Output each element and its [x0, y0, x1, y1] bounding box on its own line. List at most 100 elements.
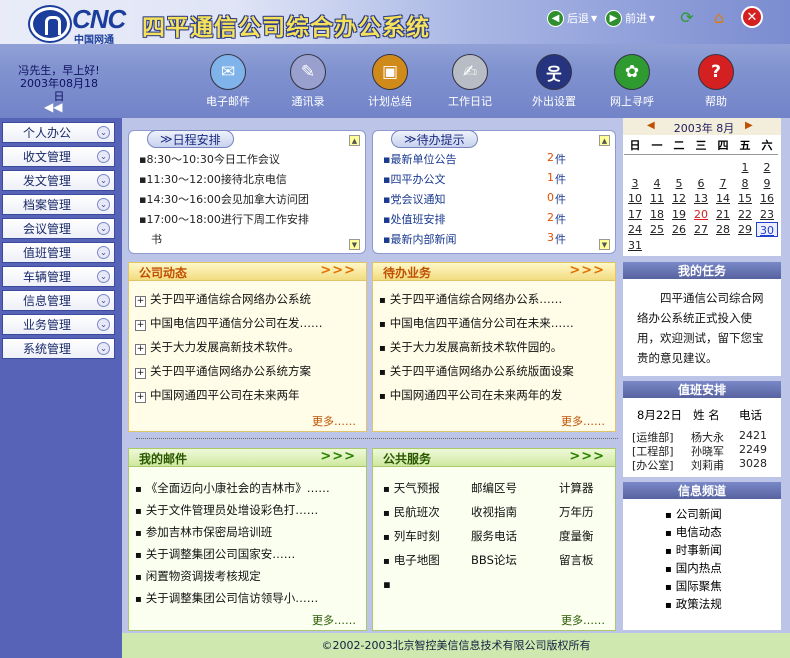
list-item[interactable]: + 关于四平通信综合网络办公系统	[135, 291, 311, 307]
list-item[interactable]: + 关于四平通信网络办公系统方案	[135, 363, 311, 379]
calendar-day[interactable]: 30	[756, 222, 778, 237]
sidebar-item-0[interactable]: 个人办公 ⌄	[2, 122, 115, 143]
list-item[interactable]: ▪ 中国网通四平公司在未来两年的发	[379, 387, 562, 403]
calendar-day[interactable]: 27	[690, 222, 712, 237]
list-item[interactable]: ▪ 关于调整集团公司国家安……	[135, 546, 295, 562]
calendar-day[interactable]: 31	[624, 238, 646, 253]
list-item[interactable]: ▪ 关于四平通信综合网络办公系……	[379, 291, 562, 307]
more-link[interactable]: 更多……	[312, 413, 356, 429]
pending-item[interactable]: ▪最新内部新闻 3 件	[383, 231, 566, 247]
info-item[interactable]: ▪ 公司新闻	[665, 506, 722, 522]
list-item[interactable]: ▪ 参加吉林市保密局培训班	[135, 524, 272, 540]
calendar-day[interactable]: 4	[646, 176, 668, 191]
sidebar-item-8[interactable]: 业务管理 ⌄	[2, 314, 115, 335]
calendar-day[interactable]: 12	[668, 191, 690, 206]
schedule-item[interactable]: ▪17:00～18:00进行下周工作安排	[139, 211, 309, 227]
sidebar-item-5[interactable]: 值班管理 ⌄	[2, 242, 115, 263]
sidebar-item-2[interactable]: 发文管理 ⌄	[2, 170, 115, 191]
list-item[interactable]: ▪ 闲置物资调拨考核规定	[135, 568, 261, 584]
toolbar-address-book-button[interactable]: ✎ 通讯录	[268, 54, 348, 109]
service-link[interactable]: ▪ 电子地图	[383, 552, 440, 568]
info-item[interactable]: ▪ 电信动态	[665, 524, 722, 540]
back-button[interactable]: ◀ 后退 ▼	[547, 9, 597, 27]
schedule-item[interactable]: 书	[151, 231, 162, 247]
calendar-day[interactable]: 24	[624, 222, 646, 237]
service-link[interactable]: 邮编区号	[471, 480, 517, 496]
info-item[interactable]: ▪ 国际聚焦	[665, 578, 722, 594]
toolbar-diary-button[interactable]: ✍ 工作日记	[430, 54, 510, 109]
list-item[interactable]: ▪ 中国电信四平通信分公司在未来……	[379, 315, 574, 331]
scroll-up-icon[interactable]: ▲	[599, 135, 610, 146]
prev-month-icon[interactable]: ◀	[647, 120, 655, 131]
toolbar-mail-button[interactable]: ✉ 电子邮件	[188, 54, 268, 109]
info-item[interactable]: ▪ 国内热点	[665, 560, 722, 576]
schedule-item[interactable]: ▪11:30～12:00接待北京电信	[139, 171, 287, 187]
service-link[interactable]: ▪ 民航班次	[383, 504, 440, 520]
service-link[interactable]: 度量衡	[559, 528, 594, 544]
schedule-item[interactable]: ▪8:30～10:30今日工作会议	[139, 151, 280, 167]
schedule-item[interactable]: ▪14:30～16:00会见加拿大访问团	[139, 191, 309, 207]
calendar-day[interactable]: 5	[668, 176, 690, 191]
calendar-day[interactable]: 6	[690, 176, 712, 191]
toolbar-help-button[interactable]: ? 帮助	[676, 54, 756, 109]
calendar-day[interactable]: 22	[734, 207, 756, 222]
calendar-day[interactable]: 13	[690, 191, 712, 206]
calendar-day[interactable]: 15	[734, 191, 756, 206]
sidebar-item-4[interactable]: 会议管理 ⌄	[2, 218, 115, 239]
home-icon[interactable]: ⌂	[708, 6, 730, 28]
forward-button[interactable]: ▶ 前进 ▼	[605, 9, 655, 27]
info-item[interactable]: ▪ 时事新闻	[665, 542, 722, 558]
sidebar-item-1[interactable]: 收文管理 ⌄	[2, 146, 115, 167]
list-item[interactable]: ▪ 《全面迈向小康社会的吉林市》……	[135, 480, 330, 496]
calendar-day[interactable]: 16	[756, 191, 778, 206]
calendar-day[interactable]: 2	[756, 160, 778, 175]
calendar-day[interactable]: 14	[712, 191, 734, 206]
list-item[interactable]: + 关于大力发展高新技术软件。	[135, 339, 300, 355]
pending-item[interactable]: ▪最新单位公告 2 件	[383, 151, 566, 167]
calendar-day[interactable]: 26	[668, 222, 690, 237]
info-item[interactable]: ▪ 政策法规	[665, 596, 722, 612]
calendar-day[interactable]: 1	[734, 160, 756, 175]
collapse-sidebar-button[interactable]: ◀◀	[44, 100, 62, 114]
service-link[interactable]: 万年历	[559, 504, 594, 520]
toolbar-briefcase-button[interactable]: ▣ 计划总结	[350, 54, 430, 109]
calendar-day[interactable]: 21	[712, 207, 734, 222]
calendar-day[interactable]: 20	[690, 207, 712, 222]
refresh-icon[interactable]: ⟳	[676, 6, 698, 28]
calendar-day[interactable]: 9	[756, 176, 778, 191]
sidebar-item-7[interactable]: 信息管理 ⌄	[2, 290, 115, 311]
pending-item[interactable]: ▪处值班安排 2 件	[383, 211, 566, 227]
service-link[interactable]: BBS论坛	[471, 552, 517, 568]
list-item[interactable]: ▪ 关于大力发展高新技术软件园的。	[379, 339, 562, 355]
service-link[interactable]: 服务电话	[471, 528, 517, 544]
list-item[interactable]: ▪ 关于调整集团公司信访领导小……	[135, 590, 318, 606]
calendar-day[interactable]: 18	[646, 207, 668, 222]
sidebar-item-9[interactable]: 系统管理 ⌄	[2, 338, 115, 359]
calendar-day[interactable]: 7	[712, 176, 734, 191]
pending-item[interactable]: ▪四平办公文 1 件	[383, 171, 566, 187]
list-item[interactable]: + 中国电信四平通信分公司在发……	[135, 315, 323, 331]
calendar-day[interactable]: 8	[734, 176, 756, 191]
calendar-day[interactable]: 25	[646, 222, 668, 237]
list-item[interactable]: ▪ 关于文件管理员处增设彩色打……	[135, 502, 318, 518]
sidebar-item-3[interactable]: 档案管理 ⌄	[2, 194, 115, 215]
toolbar-running-man-button[interactable]: 웃 外出设置	[514, 54, 594, 109]
calendar-day[interactable]: 11	[646, 191, 668, 206]
list-item[interactable]: ▪ 关于四平通信网络办公系统版面设案	[379, 363, 574, 379]
toolbar-flower-button[interactable]: ✿ 网上寻呼	[592, 54, 672, 109]
scroll-down-icon[interactable]: ▼	[599, 239, 610, 250]
list-item[interactable]: + 中国网通四平公司在未来两年	[135, 387, 300, 403]
next-month-icon[interactable]: ▶	[745, 120, 753, 131]
calendar-day[interactable]: 17	[624, 207, 646, 222]
scroll-down-icon[interactable]: ▼	[349, 239, 360, 250]
service-link[interactable]: ▪ 天气预报	[383, 480, 440, 496]
calendar-day[interactable]: 29	[734, 222, 756, 237]
sidebar-item-6[interactable]: 车辆管理 ⌄	[2, 266, 115, 287]
more-link[interactable]: 更多……	[561, 612, 605, 628]
close-icon[interactable]: ✕	[741, 6, 763, 28]
more-link[interactable]: 更多……	[561, 413, 605, 429]
pending-item[interactable]: ▪党会议通知 0 件	[383, 191, 566, 207]
more-link[interactable]: 更多……	[312, 612, 356, 628]
scroll-up-icon[interactable]: ▲	[349, 135, 360, 146]
calendar-day[interactable]: 3	[624, 176, 646, 191]
